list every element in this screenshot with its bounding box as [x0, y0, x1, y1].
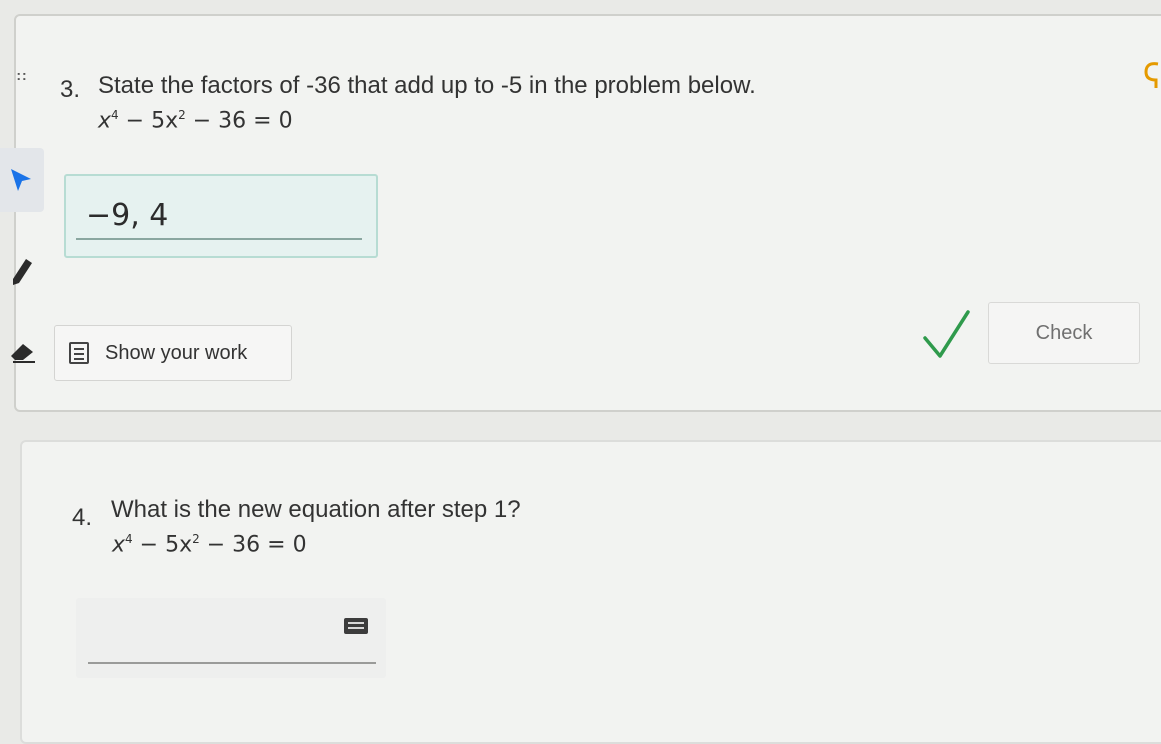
eq-exp: 2 [192, 532, 200, 546]
show-your-work-label: Show your work [105, 341, 248, 364]
answer-underline [88, 662, 376, 664]
question-card-4 [20, 440, 1161, 744]
show-your-work-button[interactable]: Show your work [54, 325, 292, 381]
answer-underline [76, 238, 362, 240]
eq-var: x [112, 532, 126, 558]
question-text: State the factors of -36 that add up to … [98, 72, 756, 99]
eq-term: − 5x [118, 108, 179, 134]
eq-var: x [98, 108, 112, 134]
eq-exp: 4 [125, 532, 133, 546]
answer-value: −9, 4 [86, 198, 169, 233]
eraser-icon [11, 344, 35, 363]
keyboard-icon[interactable] [344, 618, 368, 634]
hint-icon[interactable] [1140, 58, 1160, 92]
answer-input[interactable]: −9, 4 [64, 174, 378, 258]
question-text: What is the new equation after step 1? [111, 496, 521, 523]
question-equation: x4 − 5x2 − 36 = 0 [112, 532, 307, 557]
check-button[interactable]: Check [988, 302, 1140, 364]
eq-term: − 5x [132, 532, 193, 558]
correct-check-icon [923, 310, 970, 358]
pointer-icon [11, 169, 31, 191]
drag-handle-icon[interactable]: :: [0, 60, 44, 90]
pointer-tool-button[interactable] [0, 148, 44, 212]
drag-handle-glyph: :: [16, 67, 28, 83]
check-button-label: Check [1035, 321, 1093, 344]
question-number: 4. [72, 504, 93, 531]
eq-exp: 2 [178, 108, 186, 122]
answer-input[interactable] [76, 598, 386, 678]
question-equation: x4 − 5x2 − 36 = 0 [98, 108, 293, 133]
eq-exp: 4 [111, 108, 119, 122]
eq-tail: − 36 = 0 [199, 532, 307, 558]
pen-icon [13, 259, 32, 285]
pen-tool-button[interactable] [0, 240, 44, 304]
eq-tail: − 36 = 0 [185, 108, 293, 134]
document-icon [69, 342, 89, 364]
question-number: 3. [60, 76, 81, 103]
eraser-tool-button[interactable] [0, 320, 44, 384]
